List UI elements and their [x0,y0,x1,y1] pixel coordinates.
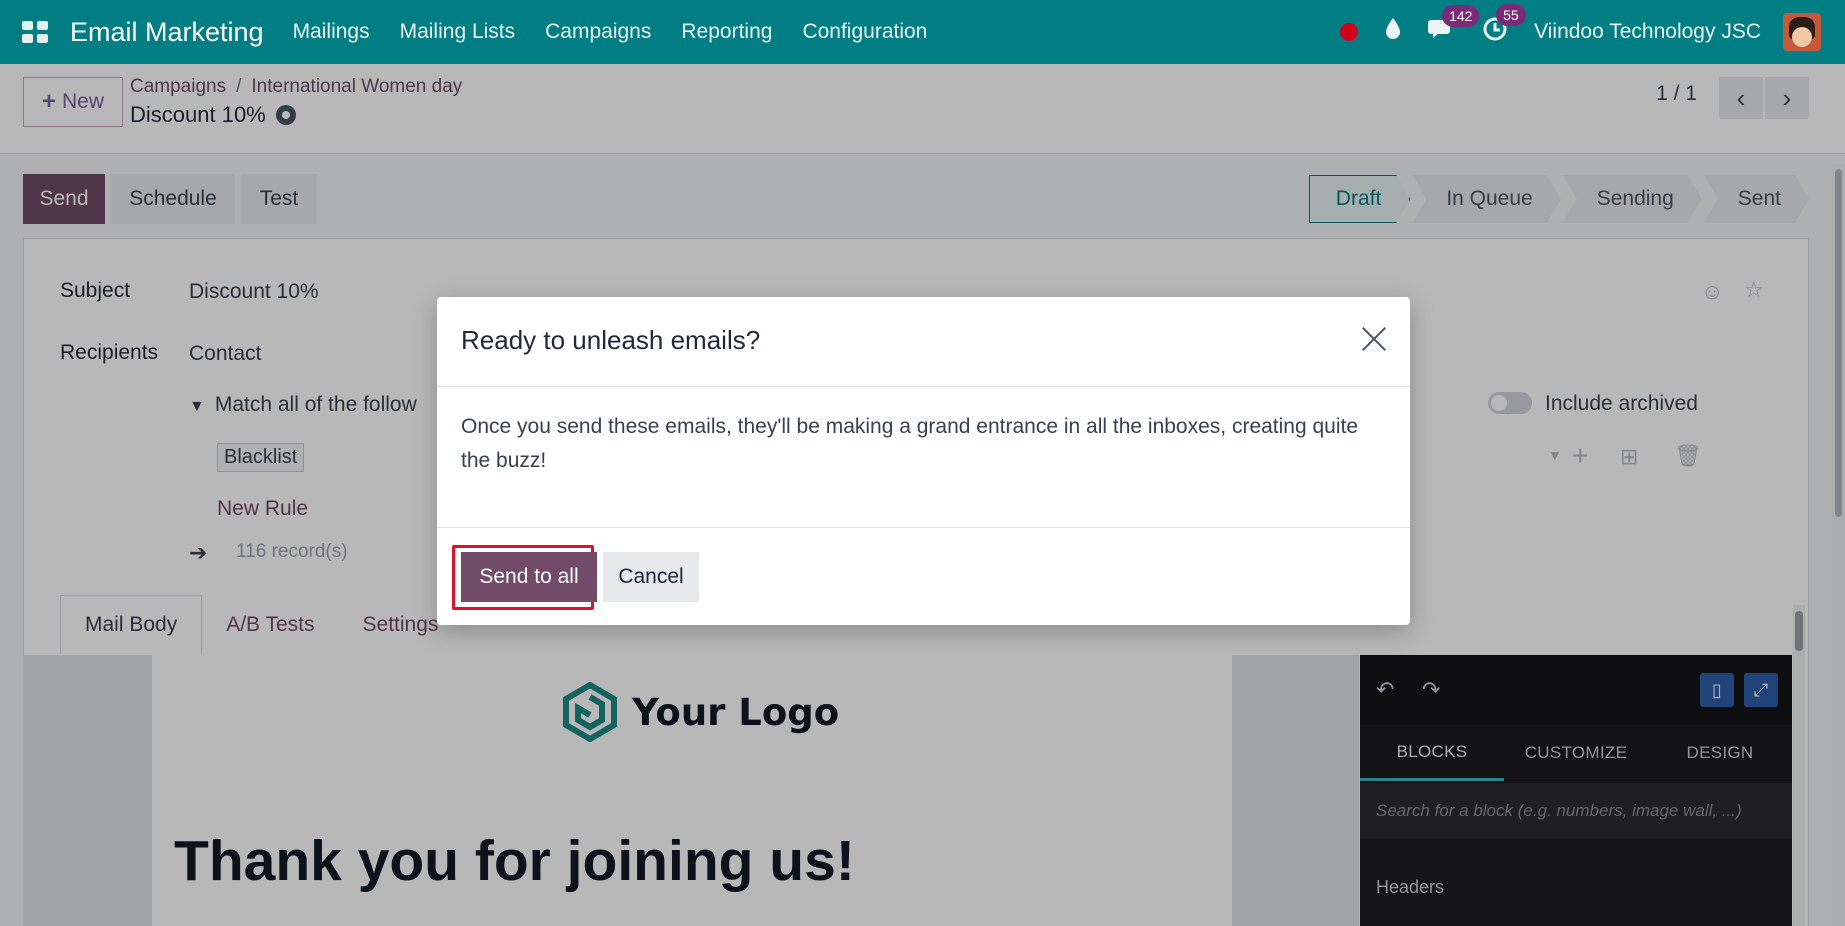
close-icon[interactable] [1360,325,1388,353]
company-switcher[interactable]: Viindoo Technology JSC [1534,20,1761,44]
cancel-button[interactable]: Cancel [603,552,699,602]
top-navbar: Email Marketing Mailings Mailing Lists C… [0,0,1845,64]
activities-badge: 55 [1496,4,1526,26]
apps-menu-icon[interactable] [22,21,48,43]
send-to-all-button[interactable]: Send to all [461,552,597,602]
send-confirmation-dialog: Ready to unleash emails? Once you send t… [437,297,1410,625]
user-avatar[interactable] [1783,13,1821,51]
droplet-icon[interactable] [1384,17,1402,47]
menu-item-campaigns[interactable]: Campaigns [545,20,651,44]
dialog-body: Once you send these emails, they'll be m… [461,415,1359,472]
systray: 142 55 Viindoo Technology JSC [1340,0,1845,64]
dialog-header: Ready to unleash emails? [437,297,1410,387]
menu-item-mailing-lists[interactable]: Mailing Lists [400,20,516,44]
menu-item-mailings[interactable]: Mailings [293,20,370,44]
menu-item-configuration[interactable]: Configuration [802,20,927,44]
record-icon[interactable] [1340,23,1359,41]
activity-clock-icon[interactable]: 55 [1482,4,1526,48]
messages-icon[interactable]: 142 [1428,5,1480,47]
menu-item-reporting[interactable]: Reporting [681,20,772,44]
dialog-title: Ready to unleash emails? [461,325,761,355]
dialog-footer: Send to all Cancel [437,527,1410,625]
app-title[interactable]: Email Marketing [70,17,264,48]
messages-badge: 142 [1442,5,1480,27]
